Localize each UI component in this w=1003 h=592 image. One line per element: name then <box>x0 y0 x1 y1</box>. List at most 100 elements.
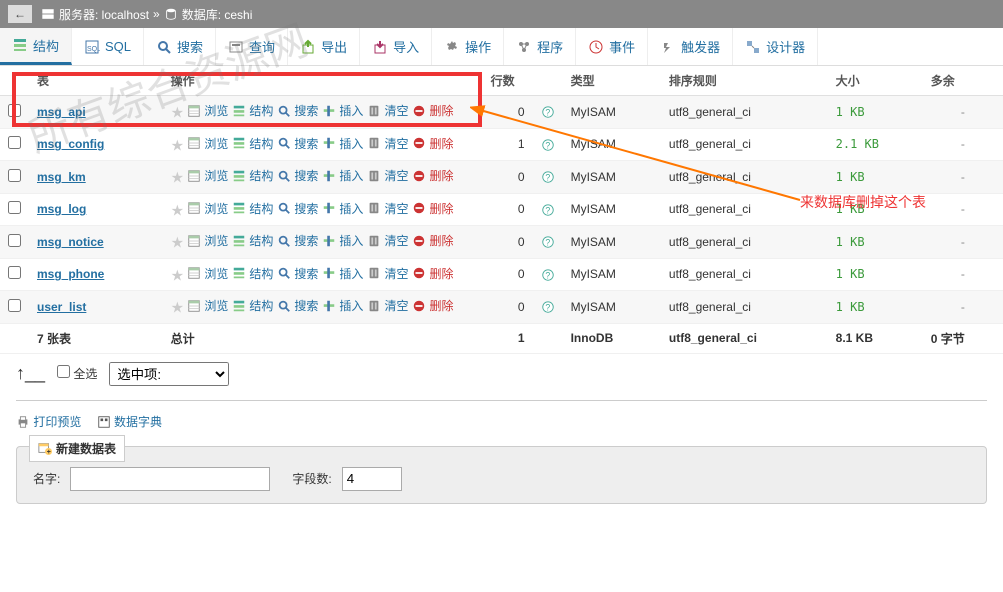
op-empty[interactable]: 清空 <box>367 297 408 314</box>
info-icon[interactable]: ? <box>541 235 555 249</box>
op-insert[interactable]: 插入 <box>322 102 363 119</box>
tab-events[interactable]: 事件 <box>576 28 648 65</box>
data-dict-link[interactable]: 数据字典 <box>97 415 162 429</box>
op-insert[interactable]: 插入 <box>322 135 363 152</box>
favorite-star[interactable]: ★ <box>171 300 184 317</box>
op-search[interactable]: 搜索 <box>277 265 318 282</box>
op-search[interactable]: 搜索 <box>277 232 318 249</box>
info-icon[interactable]: ? <box>541 170 555 184</box>
row-checkbox[interactable] <box>8 169 21 182</box>
info-icon[interactable]: ? <box>541 105 555 119</box>
favorite-star[interactable]: ★ <box>171 267 184 284</box>
op-structure[interactable]: 结构 <box>232 200 273 217</box>
info-icon[interactable]: ? <box>541 203 555 217</box>
row-checkbox[interactable] <box>8 299 21 312</box>
print-view-link[interactable]: 打印预览 <box>16 415 81 429</box>
info-icon[interactable]: ? <box>541 138 555 152</box>
info-icon[interactable]: ? <box>541 300 555 314</box>
op-browse[interactable]: 浏览 <box>187 265 228 282</box>
back-button[interactable]: ← <box>8 5 32 23</box>
op-drop[interactable]: 删除 <box>412 265 453 282</box>
op-drop[interactable]: 删除 <box>412 167 453 184</box>
structure-icon <box>232 234 246 248</box>
tab-search[interactable]: 搜索 <box>144 28 216 65</box>
op-browse[interactable]: 浏览 <box>187 102 228 119</box>
table-name-link[interactable]: msg_notice <box>37 235 104 249</box>
table-name-input[interactable] <box>70 467 270 491</box>
op-empty[interactable]: 清空 <box>367 265 408 282</box>
op-structure[interactable]: 结构 <box>232 265 273 282</box>
op-search[interactable]: 搜索 <box>277 135 318 152</box>
op-drop[interactable]: 删除 <box>412 200 453 217</box>
table-name-link[interactable]: msg_api <box>37 105 86 119</box>
op-drop[interactable]: 删除 <box>412 232 453 249</box>
table-name-link[interactable]: msg_phone <box>37 267 104 281</box>
op-insert[interactable]: 插入 <box>322 232 363 249</box>
op-browse[interactable]: 浏览 <box>187 200 228 217</box>
tab-routines[interactable]: 程序 <box>504 28 576 65</box>
op-structure[interactable]: 结构 <box>232 167 273 184</box>
table-name-link[interactable]: msg_config <box>37 137 104 151</box>
col-collation[interactable]: 排序规则 <box>661 66 828 96</box>
op-empty[interactable]: 清空 <box>367 200 408 217</box>
op-browse[interactable]: 浏览 <box>187 297 228 314</box>
op-structure[interactable]: 结构 <box>232 297 273 314</box>
op-insert[interactable]: 插入 <box>322 200 363 217</box>
tab-import[interactable]: 导入 <box>360 28 432 65</box>
check-all-checkbox[interactable] <box>57 365 70 378</box>
op-drop[interactable]: 删除 <box>412 135 453 152</box>
favorite-star[interactable]: ★ <box>171 170 184 187</box>
table-name-link[interactable]: msg_log <box>37 202 86 216</box>
cell-size: 1 KB <box>828 96 923 129</box>
tab-triggers[interactable]: 触发器 <box>648 28 733 65</box>
op-structure[interactable]: 结构 <box>232 102 273 119</box>
op-search[interactable]: 搜索 <box>277 297 318 314</box>
table-name-link[interactable]: msg_km <box>37 170 86 184</box>
op-browse[interactable]: 浏览 <box>187 232 228 249</box>
op-empty[interactable]: 清空 <box>367 232 408 249</box>
op-drop[interactable]: 删除 <box>412 102 453 119</box>
op-search[interactable]: 搜索 <box>277 200 318 217</box>
op-structure[interactable]: 结构 <box>232 135 273 152</box>
col-overhead[interactable]: 多余 <box>923 66 1003 96</box>
favorite-star[interactable]: ★ <box>171 105 184 122</box>
op-browse[interactable]: 浏览 <box>187 167 228 184</box>
op-insert[interactable]: 插入 <box>322 265 363 282</box>
op-empty[interactable]: 清空 <box>367 102 408 119</box>
favorite-star[interactable]: ★ <box>171 137 184 154</box>
breadcrumb-sep: » <box>153 7 160 21</box>
op-insert[interactable]: 插入 <box>322 167 363 184</box>
col-type[interactable]: 类型 <box>563 66 661 96</box>
op-empty[interactable]: 清空 <box>367 167 408 184</box>
row-checkbox[interactable] <box>8 104 21 117</box>
op-browse[interactable]: 浏览 <box>187 135 228 152</box>
col-rows[interactable]: 行数 <box>483 66 533 96</box>
tab-designer[interactable]: 设计器 <box>733 28 818 65</box>
col-size[interactable]: 大小 <box>828 66 923 96</box>
row-checkbox[interactable] <box>8 266 21 279</box>
tab-sql[interactable]: SQLSQL <box>72 28 144 65</box>
col-table[interactable]: 表 <box>29 66 163 96</box>
favorite-star[interactable]: ★ <box>171 235 184 252</box>
info-icon[interactable]: ? <box>541 268 555 282</box>
row-checkbox[interactable] <box>8 234 21 247</box>
breadcrumb-database[interactable]: 数据库: ceshi <box>182 6 253 23</box>
tab-export[interactable]: 导出 <box>288 28 360 65</box>
op-drop[interactable]: 删除 <box>412 297 453 314</box>
op-search[interactable]: 搜索 <box>277 167 318 184</box>
tab-structure[interactable]: 结构 <box>0 28 72 65</box>
favorite-star[interactable]: ★ <box>171 202 184 219</box>
breadcrumb-server[interactable]: 服务器: localhost <box>59 6 149 23</box>
op-insert[interactable]: 插入 <box>322 297 363 314</box>
row-checkbox[interactable] <box>8 136 21 149</box>
op-search[interactable]: 搜索 <box>277 102 318 119</box>
columns-count-input[interactable] <box>342 467 402 491</box>
check-all[interactable]: 全选 <box>57 365 97 382</box>
op-structure[interactable]: 结构 <box>232 232 273 249</box>
with-selected-select[interactable]: 选中项: <box>109 362 229 386</box>
row-checkbox[interactable] <box>8 201 21 214</box>
table-name-link[interactable]: user_list <box>37 300 86 314</box>
op-empty[interactable]: 清空 <box>367 135 408 152</box>
tab-operations[interactable]: 操作 <box>432 28 504 65</box>
tab-query[interactable]: 查询 <box>216 28 288 65</box>
